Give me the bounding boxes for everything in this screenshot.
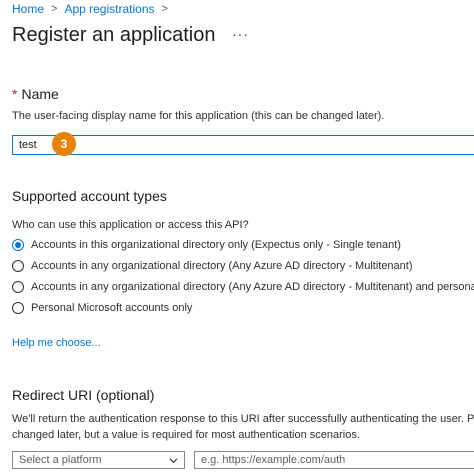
radio-selected-icon[interactable] (12, 239, 24, 251)
more-options-button[interactable]: ··· (232, 26, 249, 42)
breadcrumb-separator: > (51, 3, 58, 15)
radio-unselected-icon[interactable] (12, 260, 24, 272)
chevron-down-icon (169, 457, 178, 463)
register-app-page: Home > App registrations > Register an a… (0, 0, 474, 476)
breadcrumb: Home > App registrations > (12, 2, 175, 16)
account-type-option-label: Accounts in this organizational director… (31, 239, 401, 251)
account-types-heading: Supported account types (12, 188, 167, 204)
redirect-uri-heading: Redirect URI (optional) (12, 387, 155, 403)
redirect-desc-line-2: changed later, but a value is required f… (12, 429, 360, 441)
page-title: Register an application (12, 24, 216, 46)
platform-select[interactable]: Select a platform (12, 451, 185, 469)
platform-select-placeholder: Select a platform (19, 454, 102, 466)
step-badge: 3 (52, 132, 76, 156)
radio-unselected-icon[interactable] (12, 302, 24, 314)
redirect-uri-input[interactable]: e.g. https://example.com/auth (194, 451, 474, 469)
account-type-option-multitenant[interactable]: Accounts in any organizational directory… (12, 260, 413, 272)
account-types-question: Who can use this application or access t… (12, 219, 249, 231)
account-type-option-label: Personal Microsoft accounts only (31, 302, 193, 314)
account-type-option-multitenant-personal[interactable]: Accounts in any organizational directory… (12, 281, 474, 293)
account-type-option-label: Accounts in any organizational directory… (31, 281, 474, 293)
name-input[interactable]: test (12, 135, 474, 155)
account-type-option-single-tenant[interactable]: Accounts in this organizational director… (12, 239, 401, 251)
redirect-desc-line-1: We'll return the authentication response… (12, 413, 474, 425)
redirect-uri-description: We'll return the authentication response… (12, 411, 474, 443)
breadcrumb-separator-trailing: > (161, 3, 168, 15)
breadcrumb-app-registrations-link[interactable]: App registrations (64, 2, 154, 16)
account-type-option-label: Accounts in any organizational directory… (31, 260, 413, 272)
help-me-choose-link[interactable]: Help me choose... (12, 337, 101, 349)
name-label-text: Name (21, 86, 59, 102)
radio-unselected-icon[interactable] (12, 281, 24, 293)
name-help-text: The user-facing display name for this ap… (12, 110, 385, 122)
account-type-option-personal[interactable]: Personal Microsoft accounts only (12, 302, 192, 314)
required-marker: * (12, 86, 18, 102)
name-label: * Name (12, 86, 59, 102)
breadcrumb-home-link[interactable]: Home (12, 2, 44, 16)
